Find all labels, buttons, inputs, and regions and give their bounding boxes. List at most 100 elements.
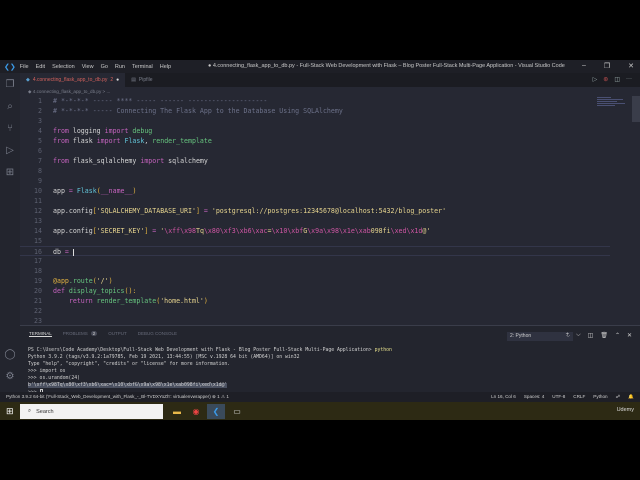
code-line[interactable]: 5 from flask import Flask, render_templat…: [20, 136, 610, 146]
file-explorer-icon[interactable]: ▬: [168, 404, 186, 419]
python-file-icon: ◆: [26, 77, 30, 83]
code-text: return render_template('home.html'): [53, 296, 208, 306]
terminal-selected-output[interactable]: b'\xff\x98Tq\x80\xf3\xb6\xac=\x10\xbfG\x…: [28, 383, 228, 388]
code-line[interactable]: 3: [20, 116, 610, 126]
editor-scrollbar[interactable]: [632, 96, 640, 122]
code-text: app = Flask(__name__): [53, 186, 136, 196]
terminal-select[interactable]: 2: Python ⌵: [507, 332, 573, 341]
code-line[interactable]: 13: [20, 216, 610, 226]
code-token: logging: [72, 127, 105, 135]
code-line[interactable]: 15: [20, 236, 610, 246]
status-item[interactable]: CRLF: [573, 392, 585, 402]
minimize-button[interactable]: –: [582, 62, 586, 70]
code-line[interactable]: 11: [20, 196, 610, 206]
status-item[interactable]: Ln 16, Col 6: [491, 392, 516, 402]
code-line[interactable]: 17: [20, 256, 610, 266]
menu-file[interactable]: File: [20, 64, 29, 70]
code-line[interactable]: 20 def display_topics():: [20, 286, 610, 296]
maximize-panel-icon[interactable]: ⌃: [615, 332, 620, 339]
code-line[interactable]: 19 @app.route('/'): [20, 276, 610, 286]
code-token: \xed\x1d: [390, 227, 423, 235]
status-item[interactable]: 🔔: [628, 392, 634, 402]
code-line[interactable]: 1 # *-*-*-* ----- **** ----- ------ -----…: [20, 96, 610, 106]
problems-badge: 2: [90, 331, 98, 336]
code-line[interactable]: 10 app = Flask(__name__): [20, 186, 610, 196]
chrome-icon[interactable]: ◉: [187, 404, 205, 419]
windows-start-icon[interactable]: ⊞: [6, 406, 14, 417]
new-terminal-icon[interactable]: +: [566, 332, 570, 339]
menu-go[interactable]: Go: [101, 64, 108, 70]
explorer-icon[interactable]: ❐: [0, 73, 20, 95]
menu-help[interactable]: Help: [160, 64, 171, 70]
status-item[interactable]: ☍: [616, 392, 621, 402]
status-item[interactable]: UTF-8: [552, 392, 565, 402]
code-line[interactable]: 9: [20, 176, 610, 186]
settings-gear-icon[interactable]: ⚙: [0, 365, 20, 387]
menu-edit[interactable]: Edit: [36, 64, 45, 70]
code-text: @app.route('/'): [53, 276, 113, 286]
run-file-icon[interactable]: ▷: [593, 76, 598, 83]
menu-run[interactable]: Run: [115, 64, 125, 70]
chevron-down-icon[interactable]: ⌵: [576, 332, 581, 339]
code-line[interactable]: 6: [20, 146, 610, 156]
code-token: __name__: [100, 187, 133, 195]
code-token: import: [104, 127, 133, 135]
code-line[interactable]: 18: [20, 266, 610, 276]
code-token: ():: [124, 287, 137, 295]
code-line[interactable]: 7 from flask_sqlalchemy import sqlalchemy: [20, 156, 610, 166]
panel-tab-terminal[interactable]: TERMINAL: [29, 331, 52, 337]
taskbar-search[interactable]: ⌕ Search: [20, 404, 163, 419]
code-line[interactable]: 12 app.config['SQLALCHEMY_DATABASE_URI'] …: [20, 206, 610, 216]
panel-tab-problems[interactable]: PROBLEMS 2: [63, 331, 98, 337]
code-token: # *-*-*-* ----- Connecting The Flask App…: [53, 107, 343, 115]
terminal-taskbar-icon[interactable]: ▭: [228, 404, 246, 419]
close-panel-icon[interactable]: ✕: [627, 332, 632, 339]
code-line[interactable]: 2 # *-*-*-* ----- Connecting The Flask Ap…: [20, 106, 610, 116]
code-editor[interactable]: 1 # *-*-*-* ----- **** ----- ------ -----…: [20, 96, 640, 325]
status-item[interactable]: Spaces: 4: [524, 392, 544, 402]
more-actions-icon[interactable]: ···: [626, 76, 632, 83]
extensions-icon[interactable]: ⊞: [0, 161, 20, 183]
code-line[interactable]: 14 app.config['SECRET_KEY'] = '\xff\x98Tq…: [20, 226, 610, 236]
code-line[interactable]: 16 db =: [20, 246, 610, 256]
editor-tabs: ◆ 4.connecting_flask_app_to_db.py 2 ● ▤ …: [20, 73, 640, 87]
terminal-output[interactable]: PS C:\Users\Code Academy\Desktop\Full-St…: [28, 347, 392, 397]
code-text: app.config['SQLALCHEMY_DATABASE_URI'] = …: [53, 206, 446, 216]
menu-selection[interactable]: Selection: [52, 64, 75, 70]
split-editor-icon[interactable]: ◫: [614, 76, 620, 83]
unsaved-dot-icon[interactable]: ●: [116, 77, 119, 83]
line-number: 13: [34, 217, 42, 225]
trash-icon[interactable]: 🗑: [600, 332, 608, 339]
tab-connecting-flask-app[interactable]: ◆ 4.connecting_flask_app_to_db.py 2 ●: [20, 73, 126, 87]
code-token: 'postgresql://postgres:12345678@localhos…: [211, 207, 447, 215]
vscode-taskbar-icon[interactable]: ❮: [207, 404, 225, 419]
python-interpreter-status[interactable]: Python 3.9.2 64-bit ('Full-Stack_Web_Dev…: [6, 392, 229, 402]
line-number: 6: [38, 147, 42, 155]
run-debug-icon[interactable]: ▷: [0, 139, 20, 161]
code-line[interactable]: 4 from logging import debug: [20, 126, 610, 136]
status-item[interactable]: Python: [593, 392, 607, 402]
code-token: from: [53, 127, 73, 135]
panel-tab-output[interactable]: OUTPUT: [108, 331, 127, 337]
compare-icon[interactable]: ⊛: [603, 76, 608, 83]
source-control-icon[interactable]: ⑂: [0, 117, 20, 139]
panel-tab-debug-console[interactable]: DEBUG CONSOLE: [138, 331, 177, 337]
tab-pipfile[interactable]: ▤ Pipfile: [125, 73, 158, 87]
search-icon: ⌕: [28, 408, 32, 414]
code-line[interactable]: 21 return render_template('home.html'): [20, 296, 610, 306]
breadcrumb[interactable]: ◆ 4.connecting_flask_app_to_db.py > ...: [20, 87, 640, 96]
code-line[interactable]: 8: [20, 166, 610, 176]
close-button[interactable]: ✕: [628, 62, 634, 70]
text-cursor: [72, 248, 74, 256]
code-token: # *-*-*-* ----- **** ----- ------ ------…: [53, 97, 268, 105]
search-icon[interactable]: ⌕: [0, 95, 20, 117]
menu-view[interactable]: View: [82, 64, 94, 70]
line-number: 9: [38, 177, 42, 185]
code-token: from: [53, 137, 73, 145]
minimap[interactable]: [597, 96, 627, 116]
split-terminal-icon[interactable]: ◫: [588, 332, 594, 339]
restore-button[interactable]: ❐: [604, 62, 610, 70]
code-line[interactable]: 22: [20, 306, 610, 316]
account-icon[interactable]: ◯: [0, 343, 20, 365]
menu-terminal[interactable]: Terminal: [132, 64, 153, 70]
